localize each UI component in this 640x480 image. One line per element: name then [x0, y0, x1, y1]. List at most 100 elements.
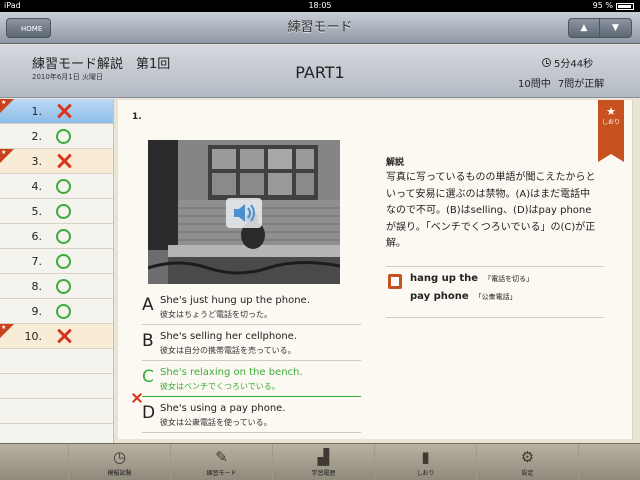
choice-letter: B: [142, 331, 154, 351]
cross-icon: [56, 103, 72, 119]
choice-letter: A: [142, 295, 154, 315]
tab-practice-mode[interactable]: ✎ 練習モード: [170, 444, 272, 480]
choice-english: She's just hung up the phone.: [160, 295, 310, 306]
elapsed-time: 5分44秒: [542, 55, 593, 70]
question-photo: [148, 140, 340, 284]
tab-label: 設定: [521, 470, 534, 477]
tab-settings[interactable]: ⚙ 設定: [476, 444, 578, 480]
cross-icon: [56, 153, 72, 169]
vocab-term: pay phone: [410, 291, 469, 302]
circle-icon: [56, 178, 71, 194]
vocab-item: pay phone 「公衆電話」: [410, 291, 517, 302]
question-navigation: ▲ ▼: [568, 18, 632, 38]
question-list-number: 4.: [31, 179, 43, 193]
status-bar: iPad 18:05 95 %: [0, 0, 640, 12]
choice-english: She's selling her cellphone.: [160, 331, 297, 342]
choice-b[interactable]: B She's selling her cellphone. 彼女は自分の携帯電…: [142, 327, 361, 361]
choice-d[interactable]: D She's using a pay phone. 彼女は公衆電話を使っている…: [142, 399, 361, 433]
choice-letter: C: [142, 367, 154, 387]
previous-question-button[interactable]: ▲: [568, 18, 600, 38]
nav-bar: HOME 練習モード ▲ ▼: [0, 12, 640, 44]
speaker-icon[interactable]: [226, 198, 262, 228]
question-list-row[interactable]: ★ 3.: [0, 149, 113, 174]
choice-japanese: 彼女は公衆電話を使っている。: [160, 418, 272, 427]
question-list-row[interactable]: ★ 1.: [0, 99, 113, 124]
tab-label: 練習モード: [206, 470, 237, 477]
question-list-row[interactable]: 2.: [0, 124, 113, 149]
next-question-button[interactable]: ▼: [600, 18, 632, 38]
circle-icon: [56, 203, 71, 219]
tab-label: 学習履歴: [311, 470, 336, 477]
choice-japanese: 彼女はベンチでくつろいでいる。: [160, 382, 280, 391]
tab-label: しおり: [416, 470, 435, 477]
question-number: 1.: [132, 112, 142, 122]
star-icon: ★: [606, 105, 616, 118]
question-list-row[interactable]: 8.: [0, 274, 113, 299]
vocab-term: hang up the: [410, 273, 479, 284]
question-list-number: 6.: [31, 229, 43, 243]
gear-icon: ⚙: [520, 448, 535, 466]
explanation-body: 写真に写っているものの単語が聞こえたからといって安易に選ぶのは禁物。(A)はまだ…: [386, 172, 596, 249]
bookmark-icon: ▮: [421, 448, 430, 466]
bookmark-corner-icon: ★: [0, 324, 14, 338]
choice-japanese: 彼女は自分の携帯電話を売っている。: [160, 346, 296, 355]
question-list-number: 9.: [31, 304, 43, 318]
tab-label: 模擬試験: [107, 470, 132, 477]
question-list-number: 8.: [31, 279, 43, 293]
vocabulary-box: hang up the 「電話を切る」 pay phone 「公衆電話」: [386, 266, 604, 318]
pencil-note-icon: ✎: [215, 448, 228, 466]
bookmark-label: しおり: [601, 119, 620, 126]
bookmark-ribbon[interactable]: ★ しおり: [598, 100, 624, 162]
clock-icon: [542, 58, 551, 67]
question-list-number: 2.: [31, 129, 43, 143]
empty-list-row: [0, 349, 113, 374]
cross-icon: [56, 328, 72, 344]
choice-c[interactable]: C She's relaxing on the bench. 彼女はベンチでくつ…: [142, 363, 361, 397]
vocabulary-note-icon: [388, 274, 402, 289]
question-list-row[interactable]: 7.: [0, 249, 113, 274]
choice-a[interactable]: A She's just hung up the phone. 彼女はちょうど電…: [142, 291, 361, 325]
score-summary: 10問中 7問が正解: [518, 79, 605, 90]
choice-english: She's relaxing on the bench.: [160, 367, 303, 378]
battery-percent: 95 %: [592, 1, 613, 10]
tab-spacer: [578, 444, 640, 480]
circle-icon: [56, 303, 71, 319]
vocab-meaning: 「公衆電話」: [474, 293, 517, 301]
choice-english: She's using a pay phone.: [160, 403, 286, 414]
empty-list-row: [0, 399, 113, 424]
vocab-meaning: 「電話を切る」: [484, 275, 534, 283]
question-list-row[interactable]: 4.: [0, 174, 113, 199]
choice-letter: D: [142, 403, 156, 423]
circle-icon: [56, 128, 71, 144]
wrong-answer-icon: [132, 393, 142, 403]
tab-bookmarks[interactable]: ▮ しおり: [374, 444, 476, 480]
question-list: ★ 1. 2. ★ 3. 4. 5. 6. 7. 8. 9. ★ 10.: [0, 99, 114, 443]
chart-icon: ▟: [317, 448, 330, 466]
explanation-title: 解説: [386, 158, 405, 168]
circle-icon: [56, 228, 71, 244]
session-header: 練習モード解説 第1回 2010年6月1日 火曜日 PART1 5分44秒 10…: [0, 45, 640, 98]
circle-icon: [56, 253, 71, 269]
question-list-number: 7.: [31, 254, 43, 268]
vocab-item: hang up the 「電話を切る」: [410, 273, 533, 284]
tab-spacer: [0, 444, 68, 480]
question-list-row[interactable]: ★ 10.: [0, 324, 113, 349]
battery-icon: [616, 2, 634, 10]
question-list-row[interactable]: 5.: [0, 199, 113, 224]
empty-list-row: [0, 374, 113, 399]
clock-time: 18:05: [308, 1, 332, 10]
battery-status: 95 %: [593, 0, 634, 12]
circle-icon: [56, 278, 71, 294]
question-list-number: 5.: [31, 204, 43, 218]
question-list-row[interactable]: 9.: [0, 299, 113, 324]
tab-study-history[interactable]: ▟ 学習履歴: [272, 444, 374, 480]
bookmark-corner-icon: ★: [0, 99, 14, 113]
nav-title: 練習モード: [287, 20, 353, 35]
tab-bar: ◷ 模擬試験 ✎ 練習モード ▟ 学習履歴 ▮ しおり ⚙ 設定: [0, 443, 640, 480]
question-list-row[interactable]: 6.: [0, 224, 113, 249]
bookmark-corner-icon: ★: [0, 149, 14, 163]
clock-book-icon: ◷: [112, 448, 127, 466]
tab-mock-exam[interactable]: ◷ 模擬試験: [68, 444, 170, 480]
elapsed-time-value: 5分44秒: [554, 59, 594, 70]
choice-japanese: 彼女はちょうど電話を切った。: [160, 310, 272, 319]
